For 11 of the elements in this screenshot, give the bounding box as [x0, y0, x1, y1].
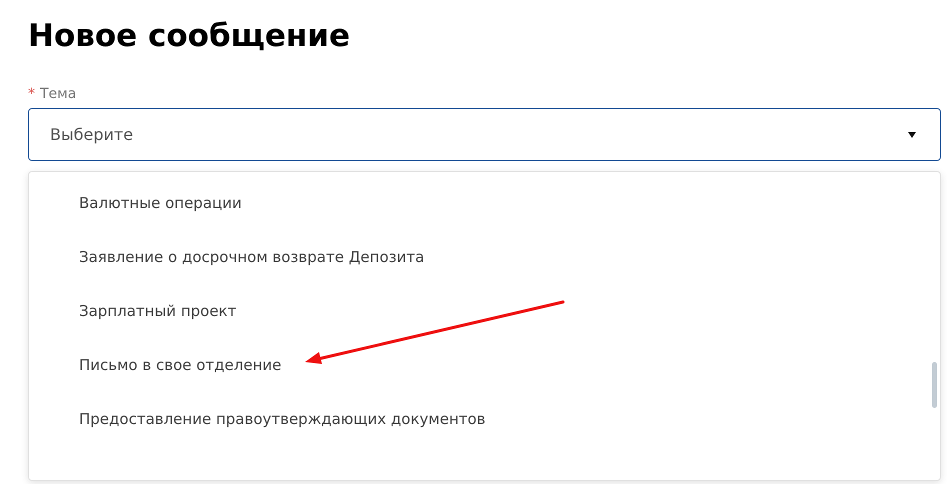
required-mark: * — [28, 84, 35, 104]
dropdown-option[interactable]: Письмо в свое отделение — [29, 338, 926, 392]
scrollbar-thumb[interactable] — [932, 362, 937, 408]
field-label: Тема — [40, 84, 76, 104]
topic-select[interactable]: Выберите — [28, 108, 941, 161]
page-title: Новое сообщение — [28, 17, 350, 56]
dropdown-option[interactable]: Зарплатный проект — [29, 284, 926, 338]
dropdown-option[interactable]: Заявление о досрочном возврате Депозита — [29, 230, 926, 284]
dropdown-option[interactable]: Предоставление правоутверждающих документов — [29, 392, 926, 446]
caret-icon — [908, 132, 916, 138]
dropdown-option[interactable]: Валютные операции — [29, 176, 926, 230]
